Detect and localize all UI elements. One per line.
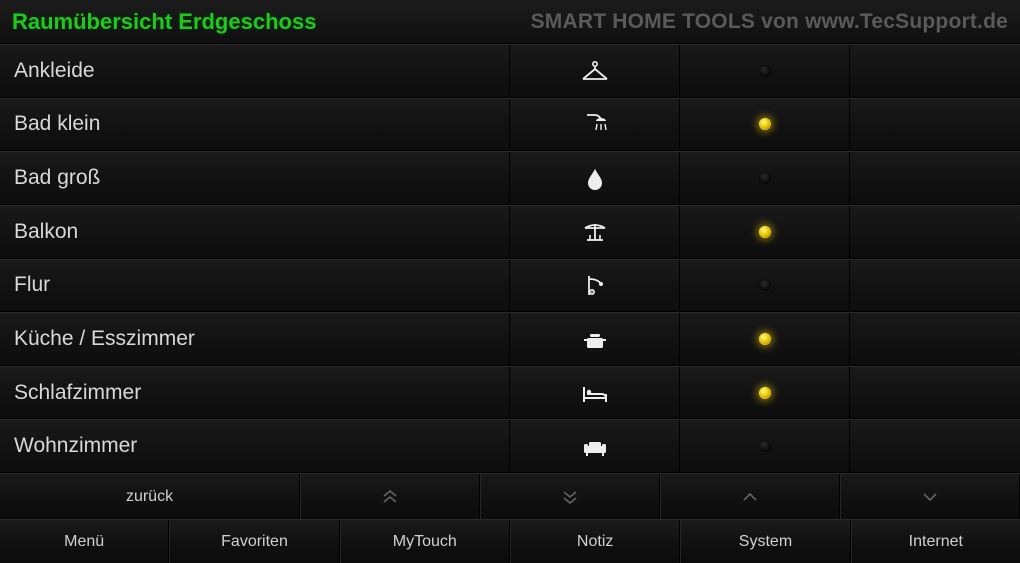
status-led-on-icon — [759, 387, 771, 399]
room-label-cell: Flur — [0, 260, 510, 312]
room-led-cell[interactable] — [680, 99, 850, 151]
status-led-off-icon — [759, 172, 771, 184]
back-button[interactable]: zurück — [0, 474, 300, 519]
room-spare-cell — [850, 260, 1020, 312]
menu-button-label: Notiz — [577, 533, 613, 551]
status-led-on-icon — [759, 118, 771, 130]
menu-button[interactable]: Internet — [851, 520, 1020, 563]
room-row[interactable]: Schlafzimmer — [0, 366, 1020, 420]
room-label: Wohnzimmer — [14, 434, 137, 458]
room-label: Flur — [14, 273, 50, 297]
room-label: Bad klein — [14, 112, 100, 136]
chevron-up-icon — [741, 492, 759, 502]
room-spare-cell — [850, 152, 1020, 204]
room-led-cell[interactable] — [680, 45, 850, 97]
menu-button[interactable]: Notiz — [510, 520, 680, 563]
room-icon-cell[interactable] — [510, 420, 680, 472]
room-led-cell[interactable] — [680, 260, 850, 312]
room-label-cell: Küche / Esszimmer — [0, 313, 510, 365]
room-icon-cell[interactable] — [510, 45, 680, 97]
screen: Raumübersicht Erdgeschoss SMART HOME TOO… — [0, 0, 1020, 563]
header: Raumübersicht Erdgeschoss SMART HOME TOO… — [0, 0, 1020, 44]
room-label: Bad groß — [14, 166, 100, 190]
bed-icon — [581, 381, 609, 405]
room-icon-cell[interactable] — [510, 367, 680, 419]
drop-icon — [581, 166, 609, 190]
room-label-cell: Ankleide — [0, 45, 510, 97]
status-led-off-icon — [759, 65, 771, 77]
room-row[interactable]: Bad klein — [0, 98, 1020, 152]
room-row[interactable]: Ankleide — [0, 44, 1020, 98]
terrace-icon — [581, 220, 609, 244]
page-top-button[interactable] — [300, 474, 480, 519]
status-led-on-icon — [759, 333, 771, 345]
room-led-cell[interactable] — [680, 206, 850, 258]
room-spare-cell — [850, 420, 1020, 472]
double-chevron-up-icon — [381, 490, 399, 504]
page-title: Raumübersicht Erdgeschoss — [12, 9, 316, 35]
room-label: Ankleide — [14, 59, 95, 83]
room-row[interactable]: Bad groß — [0, 151, 1020, 205]
menu-button-label: Internet — [909, 533, 963, 551]
room-row[interactable]: Balkon — [0, 205, 1020, 259]
room-spare-cell — [850, 367, 1020, 419]
room-led-cell[interactable] — [680, 313, 850, 365]
menu-button[interactable]: System — [680, 520, 850, 563]
pot-icon — [581, 327, 609, 351]
menu-button[interactable]: MyTouch — [340, 520, 510, 563]
page-bottom-button[interactable] — [480, 474, 660, 519]
room-label-cell: Balkon — [0, 206, 510, 258]
room-row[interactable]: Wohnzimmer — [0, 419, 1020, 473]
shower-icon — [581, 112, 609, 136]
door-icon — [581, 273, 609, 297]
room-label-cell: Bad klein — [0, 99, 510, 151]
menu-button-label: MyTouch — [393, 533, 457, 551]
room-spare-cell — [850, 313, 1020, 365]
brand-label: SMART HOME TOOLS von www.TecSupport.de — [531, 10, 1008, 34]
room-label: Balkon — [14, 220, 78, 244]
navbar: zurück — [0, 473, 1020, 519]
room-row[interactable]: Küche / Esszimmer — [0, 312, 1020, 366]
room-spare-cell — [850, 45, 1020, 97]
room-led-cell[interactable] — [680, 420, 850, 472]
room-label-cell: Schlafzimmer — [0, 367, 510, 419]
hanger-icon — [581, 59, 609, 83]
double-chevron-down-icon — [561, 490, 579, 504]
room-icon-cell[interactable] — [510, 260, 680, 312]
room-list: Ankleide Bad klein Bad groß Balkon Flur Küche… — [0, 44, 1020, 473]
room-label-cell: Bad groß — [0, 152, 510, 204]
status-led-off-icon — [759, 440, 771, 452]
room-icon-cell[interactable] — [510, 99, 680, 151]
room-spare-cell — [850, 99, 1020, 151]
status-led-off-icon — [759, 279, 771, 291]
page-down-button[interactable] — [840, 474, 1020, 519]
menu-button-label: System — [739, 533, 792, 551]
room-icon-cell[interactable] — [510, 152, 680, 204]
room-label-cell: Wohnzimmer — [0, 420, 510, 472]
room-label: Schlafzimmer — [14, 381, 141, 405]
sofa-icon — [581, 434, 609, 458]
room-row[interactable]: Flur — [0, 259, 1020, 313]
back-button-label: zurück — [126, 488, 173, 506]
menu-button[interactable]: Favoriten — [169, 520, 339, 563]
menu-button-label: Favoriten — [221, 533, 288, 551]
chevron-down-icon — [921, 492, 939, 502]
status-led-on-icon — [759, 226, 771, 238]
room-led-cell[interactable] — [680, 152, 850, 204]
menu-button-label: Menü — [64, 533, 104, 551]
room-icon-cell[interactable] — [510, 313, 680, 365]
room-led-cell[interactable] — [680, 367, 850, 419]
room-label: Küche / Esszimmer — [14, 327, 195, 351]
menu-button[interactable]: Menü — [0, 520, 169, 563]
room-icon-cell[interactable] — [510, 206, 680, 258]
page-up-button[interactable] — [660, 474, 840, 519]
room-spare-cell — [850, 206, 1020, 258]
menubar: Menü Favoriten MyTouch Notiz System Internet — [0, 519, 1020, 563]
